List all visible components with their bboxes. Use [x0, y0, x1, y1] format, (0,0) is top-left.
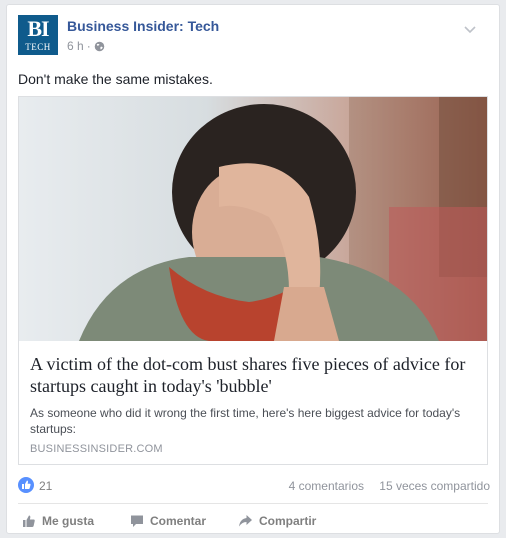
- logo-subtext: TECH: [25, 42, 51, 52]
- chevron-down-icon[interactable]: [463, 25, 477, 35]
- action-bar: Me gusta Comentar Compartir: [18, 510, 488, 532]
- globe-icon: [94, 41, 104, 51]
- post-header: BI TECH Business Insider: Tech 6 h ·: [18, 15, 488, 59]
- article-title[interactable]: A victim of the dot-com bust shares five…: [30, 353, 480, 397]
- page-name-link[interactable]: Business Insider: Tech: [67, 18, 219, 34]
- comment-icon: [131, 515, 143, 527]
- comment-button-label: Comentar: [150, 514, 207, 528]
- comment-button[interactable]: Comentar: [130, 510, 206, 532]
- post-stats: 21 4 comentarios 15 veces compartido: [18, 477, 490, 495]
- share-button-label: Compartir: [259, 514, 317, 528]
- article-description: As someone who did it wrong the first ti…: [30, 406, 461, 436]
- meta-separator: ·: [86, 39, 91, 53]
- share-button[interactable]: Compartir: [238, 510, 316, 532]
- article-photo[interactable]: [19, 97, 487, 341]
- logo-text: BI: [27, 16, 49, 41]
- page-avatar[interactable]: BI TECH: [18, 15, 58, 55]
- share-arrow-icon: [239, 515, 252, 527]
- article-domain: BUSINESSINSIDER.COM: [30, 443, 163, 455]
- post-card: BI TECH Business Insider: Tech 6 h · Don…: [6, 4, 500, 534]
- post-time[interactable]: 6 h: [67, 39, 84, 53]
- link-preview[interactable]: A victim of the dot-com bust shares five…: [18, 96, 488, 465]
- post-message: Don't make the same mistakes.: [18, 71, 213, 87]
- post-meta: 6 h ·: [67, 39, 105, 53]
- comment-count[interactable]: 4 comentarios: [289, 479, 364, 493]
- like-reaction-icon[interactable]: [18, 477, 34, 493]
- like-button-label: Me gusta: [42, 514, 95, 528]
- share-count[interactable]: 15 veces compartido: [379, 479, 490, 493]
- thumbs-up-icon: [23, 515, 35, 527]
- divider: [18, 503, 488, 504]
- like-count[interactable]: 21: [39, 479, 52, 493]
- like-button[interactable]: Me gusta: [22, 510, 94, 532]
